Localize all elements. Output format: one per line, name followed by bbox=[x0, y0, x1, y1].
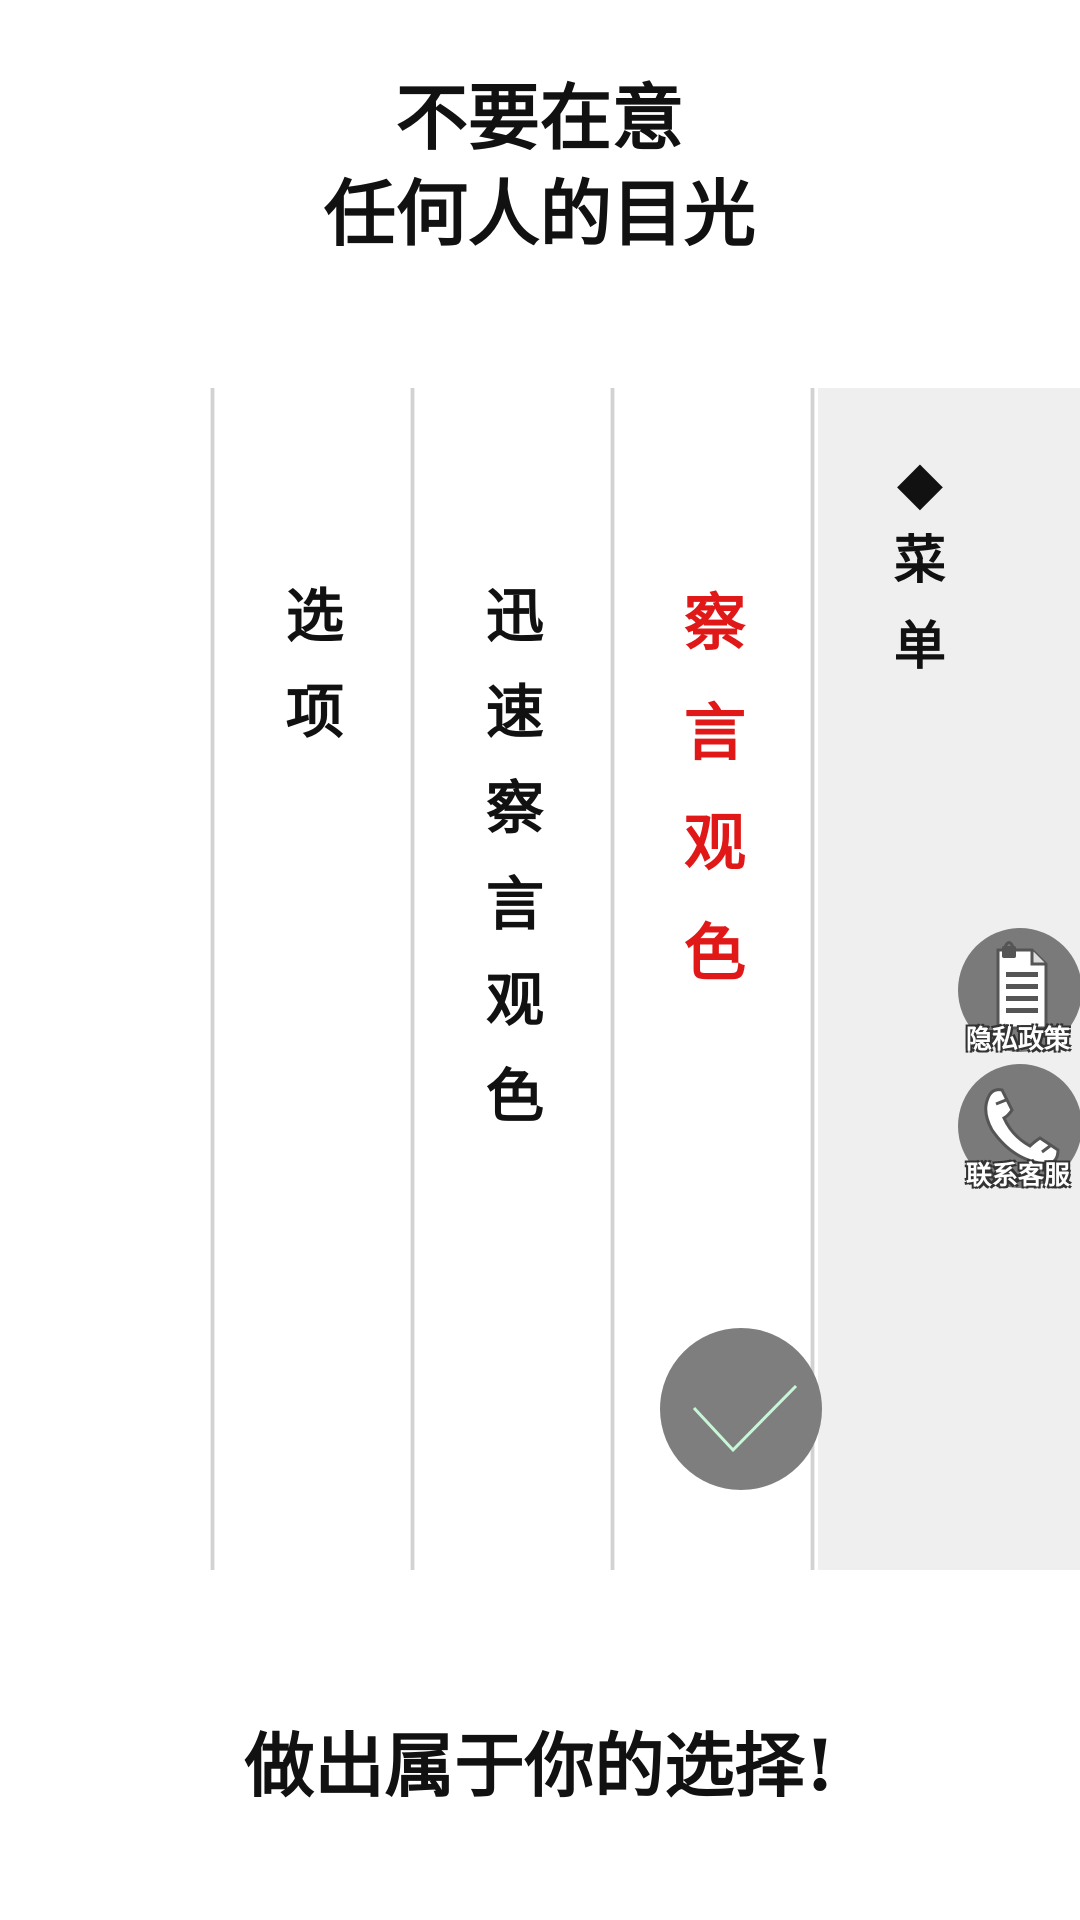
picker-panel: 选 项 迅 速 察 言 观 色 察 言 观 色 ◆ 菜 单 隐私政策 联系客服 bbox=[0, 388, 1080, 1570]
contact-label: 联系客服 bbox=[965, 1161, 1070, 1191]
footer-slogan: 做出属于你的选择! bbox=[244, 1724, 836, 1807]
option-char: 项 bbox=[285, 678, 344, 746]
privacy-label: 隐私政策 bbox=[965, 1025, 1070, 1055]
option-char: 迅 bbox=[485, 582, 544, 650]
privacy-policy-button[interactable]: 隐私政策 bbox=[956, 928, 1080, 1056]
checkmark-icon bbox=[692, 1384, 798, 1453]
option-char: 观 bbox=[485, 966, 544, 1034]
menu-title-char: 单 bbox=[893, 616, 946, 677]
headline-line-2: 任何人的目光 bbox=[323, 171, 756, 256]
option-char: 观 bbox=[683, 806, 746, 879]
option-char: 言 bbox=[485, 870, 544, 938]
contact-support-button[interactable]: 联系客服 bbox=[956, 1064, 1080, 1192]
option-char: 色 bbox=[683, 916, 746, 989]
menu-title-char: 菜 bbox=[893, 530, 946, 591]
option-column-2[interactable]: 迅 速 察 言 观 色 bbox=[475, 568, 555, 1144]
headline: 不要在意 任何人的目光 bbox=[0, 70, 1080, 262]
option-char: 言 bbox=[683, 696, 746, 769]
option-char: 色 bbox=[485, 1062, 544, 1130]
option-column-1[interactable]: 选 项 bbox=[275, 568, 355, 760]
option-char: 速 bbox=[485, 678, 544, 746]
menu-title[interactable]: ◆ 菜 单 bbox=[880, 448, 960, 690]
option-char: 选 bbox=[285, 582, 344, 650]
column-divider bbox=[610, 388, 615, 1570]
confirm-button[interactable] bbox=[660, 1328, 822, 1490]
screen: 不要在意 任何人的目光 选 项 迅 速 察 言 观 色 察 言 观 色 ◆ 菜 bbox=[0, 0, 1080, 1920]
headline-line-1: 不要在意 bbox=[395, 75, 684, 160]
option-column-3-selected[interactable]: 察 言 观 色 bbox=[675, 568, 755, 1008]
diamond-icon: ◆ bbox=[896, 448, 944, 518]
option-char: 察 bbox=[683, 586, 746, 659]
column-divider bbox=[210, 388, 215, 1570]
column-divider bbox=[410, 388, 415, 1570]
option-char: 察 bbox=[485, 774, 544, 842]
